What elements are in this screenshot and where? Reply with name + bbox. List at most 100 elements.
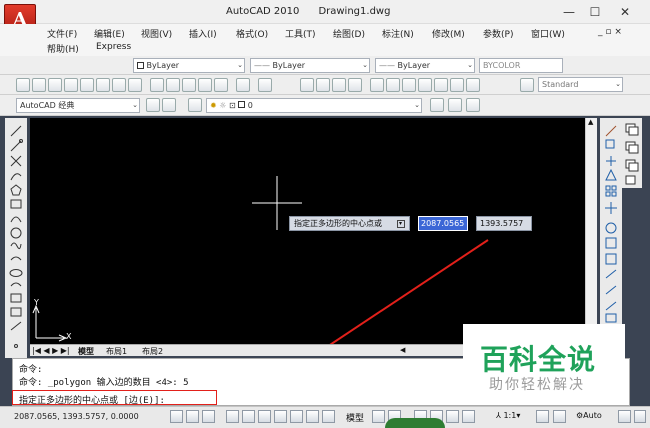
workspace-combo-value: AutoCAD 经典 [20,101,75,110]
plotstyle-combo[interactable]: BYCOLOR [479,58,563,73]
match-properties-icon[interactable] [198,78,212,92]
modify-tools-icons [605,125,617,323]
sheet-set-icon[interactable] [418,78,432,92]
zoom-window-icon[interactable] [332,78,346,92]
cut-icon[interactable] [150,78,164,92]
showmotion-icon[interactable] [462,410,475,423]
tool-palettes-icon[interactable] [402,78,416,92]
layer-combo[interactable]: ✹ ☼ ⊡ 0 ⌄ [206,98,422,113]
ortho-mode-icon[interactable] [226,410,239,423]
annotation-visibility-icon[interactable] [536,410,549,423]
menu-parametric[interactable]: 参数(P) [483,27,513,40]
menu-format[interactable]: 格式(O) [236,27,268,40]
workspace-combo[interactable]: AutoCAD 经典 ⌄ [16,98,140,113]
workspace-switch[interactable]: ⚙Auto [576,411,602,420]
options-arrow-icon[interactable]: ▾ [396,219,405,228]
new-file-icon[interactable] [16,78,30,92]
hscroll-left-icon[interactable]: ◀ [400,346,405,354]
infer-constraints-icon[interactable] [170,410,183,423]
save-icon[interactable] [48,78,62,92]
linetype-combo[interactable]: —— ByLayer ⌄ [250,58,370,73]
snap-mode-icon[interactable] [186,410,199,423]
ucs-icon [32,304,68,342]
properties-icon[interactable] [370,78,384,92]
tab-model[interactable]: 模型 [78,346,94,357]
lineweight-combo[interactable]: —— ByLayer ⌄ [375,58,475,73]
vertical-scrollbar[interactable]: ▲ ▼ [585,118,597,356]
maximize-button[interactable]: ☐ [582,3,608,21]
minimize-button[interactable]: — [556,3,582,21]
dynamic-input-x-field[interactable]: 2087.0565 [418,216,468,231]
menu-draw[interactable]: 绘图(D) [333,27,365,40]
object-snap-tracking-icon[interactable] [274,410,287,423]
text-style-icon[interactable] [520,78,534,92]
draw-order-toolbar [622,118,642,188]
3d-print-icon[interactable] [112,78,126,92]
text-style-combo[interactable]: Standard ⌄ [538,77,623,92]
design-center-palette-icon[interactable] [386,78,400,92]
quick-view-layouts-icon[interactable] [372,410,385,423]
paste-icon[interactable] [182,78,196,92]
dynamic-input-icon[interactable] [306,410,319,423]
drawing-canvas[interactable] [30,118,585,344]
menu-file[interactable]: 文件(F) [47,27,77,40]
menu-edit[interactable]: 编辑(E) [94,27,125,40]
publish-icon[interactable] [96,78,110,92]
menu-help[interactable]: 帮助(H) [47,42,79,55]
close-button[interactable]: ✕ [612,3,638,21]
lineweight-toggle-icon[interactable] [322,410,335,423]
color-combo[interactable]: ByLayer ⌄ [133,58,245,73]
zoom-realtime-icon[interactable] [316,78,330,92]
menu-tools[interactable]: 工具(T) [285,27,316,40]
undo-icon[interactable] [236,78,250,92]
layer-states-icon[interactable] [466,98,480,112]
workspace-settings-icon[interactable] [146,98,160,112]
coordinate-readout[interactable]: 2087.0565, 1393.5757, 0.0000 [14,412,139,421]
help-icon[interactable] [466,78,480,92]
annotation-scale[interactable]: ⅄ 1:1▾ [496,411,520,420]
model-space-label[interactable]: 模型 [346,411,364,424]
open-file-icon[interactable] [32,78,46,92]
watermark-title: 百科全说 [480,343,597,376]
block-editor-icon[interactable] [214,78,228,92]
command-prompt-highlight [12,390,217,405]
copy-icon[interactable] [166,78,180,92]
menu-insert[interactable]: 插入(I) [189,27,217,40]
layer-properties-icon[interactable] [188,98,202,112]
tab-layout2[interactable]: 布局2 [142,346,163,357]
background-decoration [385,418,445,428]
print-icon[interactable] [64,78,78,92]
menu-modify[interactable]: 修改(M) [432,27,465,40]
menu-express[interactable]: Express [96,42,131,52]
redo-icon[interactable] [258,78,272,92]
workspace-save-icon[interactable] [162,98,176,112]
pan-icon[interactable] [300,78,314,92]
annotation-scale-value: 1:1 [503,411,517,420]
dynamic-input-y-field[interactable]: 1393.5757 [476,216,532,231]
layer-previous-icon[interactable] [448,98,462,112]
zoom-previous-icon[interactable] [348,78,362,92]
make-current-layer-icon[interactable] [430,98,444,112]
ducs-icon[interactable] [290,410,303,423]
menu-window[interactable]: 窗口(W) [531,27,565,40]
grid-display-icon[interactable] [202,410,215,423]
object-snap-icon[interactable] [258,410,271,423]
print-preview-icon[interactable] [80,78,94,92]
tab-layout1[interactable]: 布局1 [106,346,127,357]
quickcalc-icon[interactable] [450,78,464,92]
mdi-window-controls[interactable]: _ ▫ × [598,27,622,37]
menu-dimension[interactable]: 标注(N) [382,27,414,40]
draw-toolbar [5,118,27,358]
auto-scale-icon[interactable] [553,410,566,423]
markup-icon[interactable] [434,78,448,92]
polar-tracking-icon[interactable] [242,410,255,423]
menu-view[interactable]: 视图(V) [141,27,172,40]
clean-screen-icon[interactable] [618,410,631,423]
tab-nav-arrows[interactable]: |◀ ◀ ▶ ▶| [32,346,70,355]
toolbar-lock-icon[interactable] [634,410,646,423]
design-center-icon[interactable] [128,78,142,92]
draw-tools-icons [9,125,23,348]
steering-wheel-icon[interactable] [446,410,459,423]
scroll-up-icon[interactable]: ▲ [588,118,593,126]
layer-combo-value: 0 [247,101,253,110]
